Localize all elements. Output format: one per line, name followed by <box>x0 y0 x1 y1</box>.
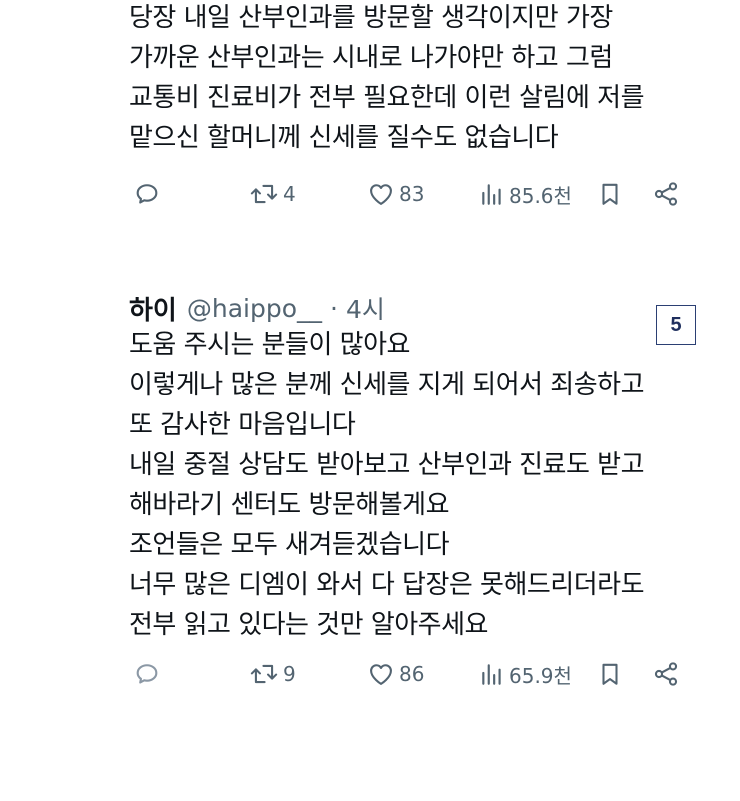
post-text-line: 해바라기 센터도 방문해볼게요 <box>129 490 450 520</box>
like-count: 86 <box>399 662 425 686</box>
share-icon <box>652 660 680 688</box>
bookmark-button[interactable] <box>597 174 623 214</box>
retweet-button[interactable]: 9 <box>249 654 296 694</box>
post-1-text: 당장 내일 산부인과를 방문할 생각이지만 가장 가까운 산부인과는 시내로 나… <box>129 0 645 158</box>
like-button[interactable]: 83 <box>367 174 424 214</box>
like-icon <box>367 660 395 688</box>
views-count: 65.9천 <box>509 663 572 688</box>
retweet-count: 4 <box>283 182 296 206</box>
share-button[interactable] <box>652 174 680 214</box>
post-text-line: 전부 읽고 있다는 것만 알아주세요 <box>129 610 488 640</box>
views-count: 85.6천 <box>509 183 572 208</box>
views-button[interactable]: 65.9천 <box>479 654 572 694</box>
reply-icon <box>133 180 161 208</box>
author-name[interactable]: 하이 <box>129 290 177 327</box>
post-text-line: 맡으신 할머니께 신세를 질수도 없습니다 <box>129 123 559 153</box>
post-2-header: 하이 @haippo__ · 4시 <box>129 290 385 326</box>
post-text-line: 내일 중절 상담도 받아보고 산부인과 진료도 받고 <box>129 450 645 480</box>
like-button[interactable]: 86 <box>367 654 424 694</box>
bookmark-icon <box>597 180 623 208</box>
share-button[interactable] <box>652 654 680 694</box>
like-icon <box>367 180 395 208</box>
reply-button[interactable] <box>133 174 161 214</box>
post-text-line: 당장 내일 산부인과를 방문할 생각이지만 가장 <box>129 3 613 33</box>
post-2-actions: 9 86 65.9천 <box>0 654 740 694</box>
views-button[interactable]: 85.6천 <box>479 174 572 214</box>
bookmark-button[interactable] <box>597 654 623 694</box>
reply-button[interactable] <box>133 654 161 694</box>
reply-icon <box>133 660 161 688</box>
bookmark-icon <box>597 660 623 688</box>
retweet-button[interactable]: 4 <box>249 174 296 214</box>
views-icon <box>479 660 505 688</box>
post-text-line: 교통비 진료비가 전부 필요한데 이런 살림에 저를 <box>129 83 645 113</box>
retweet-icon <box>249 660 279 688</box>
post-1-actions: 4 83 85.6천 <box>0 174 740 214</box>
post-text-line: 도움 주시는 분들이 많아요 <box>129 330 410 360</box>
retweet-count: 9 <box>283 662 296 686</box>
page-number-badge: 5 <box>656 305 696 345</box>
post-text-line: 가까운 산부인과는 시내로 나가야만 하고 그럼 <box>129 43 613 73</box>
share-icon <box>652 180 680 208</box>
post-text-line: 이렇게나 많은 분께 신세를 지게 되어서 죄송하고 <box>129 370 645 400</box>
author-handle[interactable]: @haippo__ <box>187 294 322 323</box>
retweet-icon <box>249 180 279 208</box>
post-text-line: 조언들은 모두 새겨듣겠습니다 <box>129 530 450 560</box>
post-text-line: 또 감사한 마음입니다 <box>129 410 356 440</box>
views-icon <box>479 180 505 208</box>
like-count: 83 <box>399 182 425 206</box>
post-time[interactable]: 4시 <box>346 290 385 326</box>
post-2-text: 도움 주시는 분들이 많아요 이렇게나 많은 분께 신세를 지게 되어서 죄송하… <box>129 325 645 645</box>
separator-dot: · <box>330 293 338 323</box>
post-text-line: 너무 많은 디엠이 와서 다 답장은 못해드리더라도 <box>129 570 645 600</box>
